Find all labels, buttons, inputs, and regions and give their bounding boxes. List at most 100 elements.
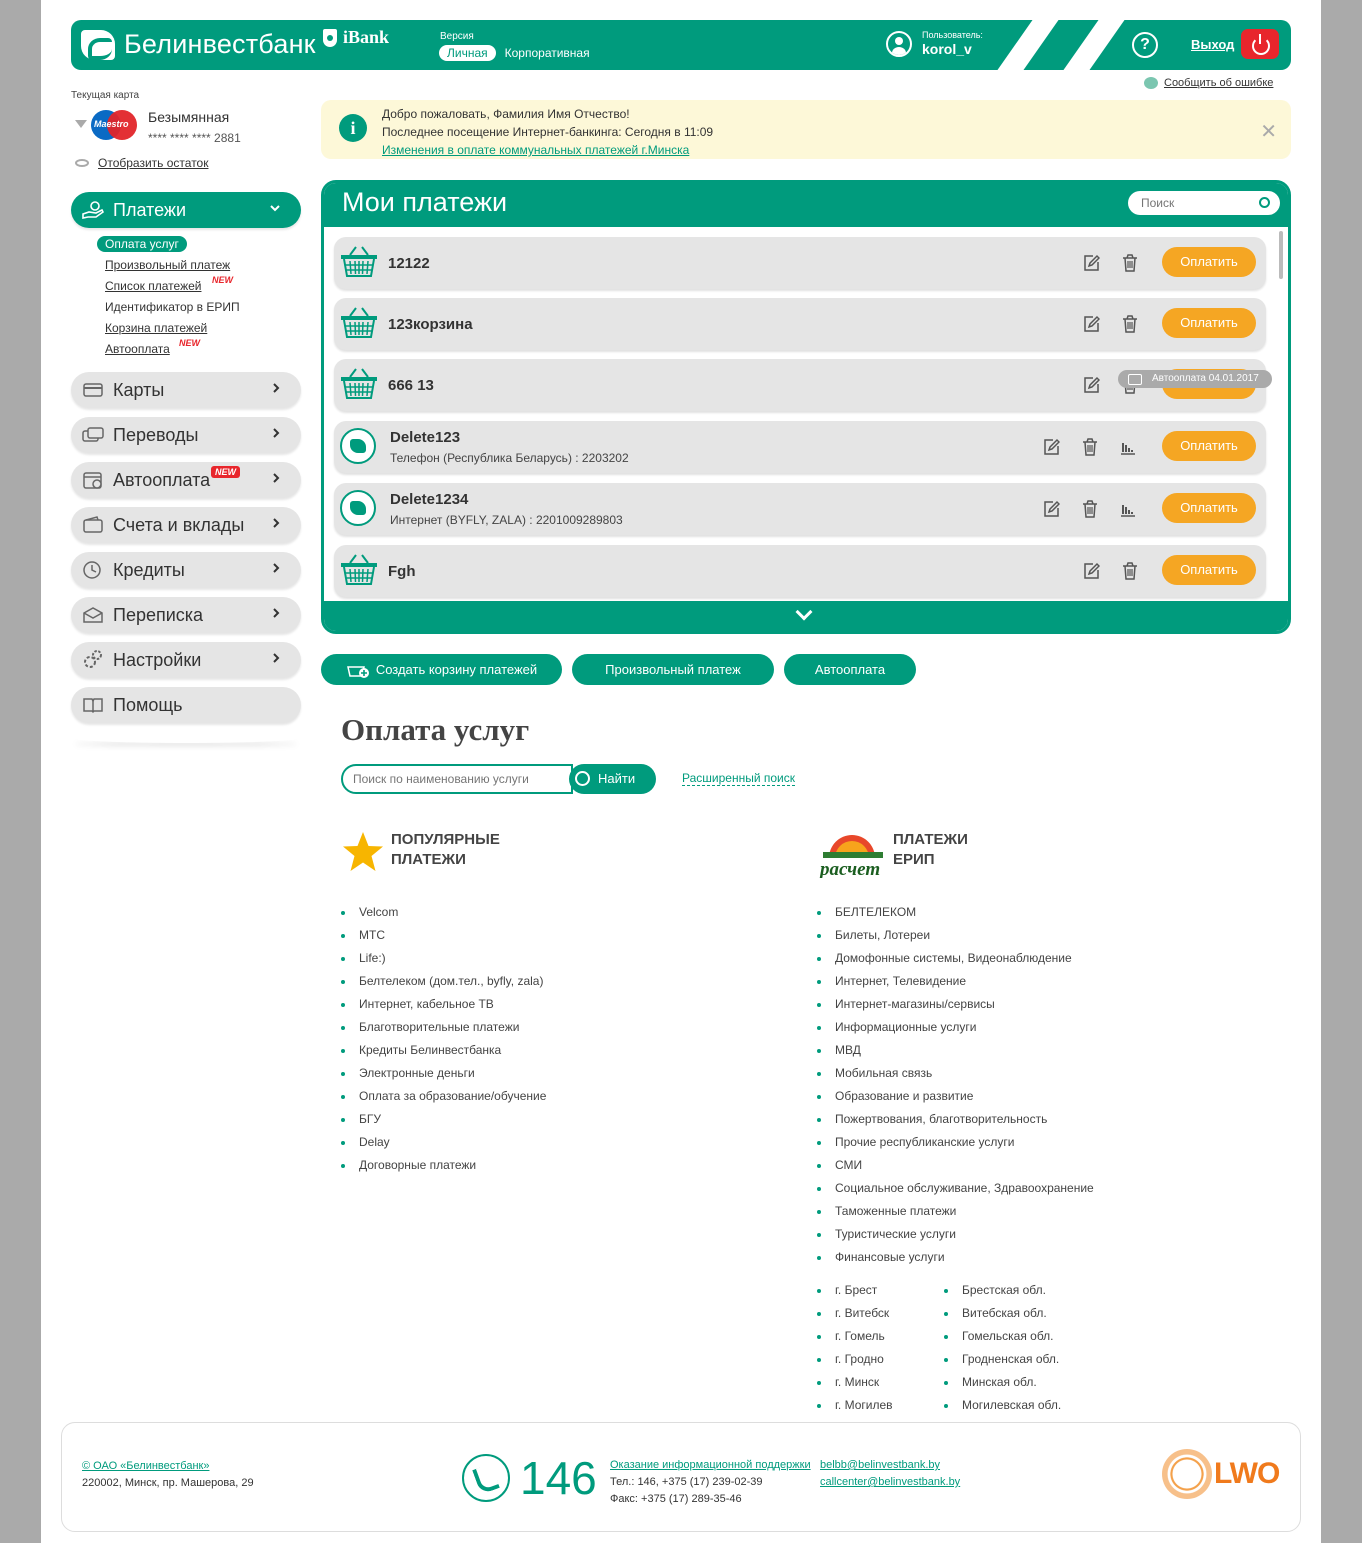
services-search-input[interactable]	[341, 764, 573, 794]
trash-icon[interactable]	[1081, 500, 1099, 518]
menu-item-settings[interactable]: Настройки	[71, 642, 301, 678]
pay-button[interactable]: Оплатить	[1162, 555, 1256, 585]
create-basket-button[interactable]: Создать корзину платежей	[321, 654, 562, 685]
autopay-button[interactable]: Автооплата	[784, 654, 916, 685]
city-item[interactable]: г. Витебск	[817, 1306, 944, 1329]
pay-button[interactable]: Оплатить	[1162, 308, 1256, 338]
submenu-item-erip-id[interactable]: Идентификатор в ЕРИП	[105, 300, 301, 316]
menu-item-autopay[interactable]: Автооплата NEW	[71, 462, 301, 498]
popular-service-item[interactable]: Интернет, кабельное ТВ	[341, 997, 546, 1020]
power-icon[interactable]	[1241, 29, 1279, 59]
trash-icon[interactable]	[1121, 562, 1139, 580]
payment-row[interactable]: Fgh Оплатить	[334, 545, 1266, 597]
erip-category-item[interactable]: Пожертвования, благотворительность	[817, 1112, 1094, 1135]
city-item[interactable]: г. Могилев	[817, 1398, 944, 1421]
region-item[interactable]: Гомельская обл.	[944, 1329, 1061, 1352]
version-corporate-tab[interactable]: Корпоративная	[505, 45, 590, 61]
erip-category-item[interactable]: СМИ	[817, 1158, 1094, 1181]
report-error[interactable]: Сообщить об ошибке	[1144, 77, 1273, 89]
menu-item-messages[interactable]: Переписка	[71, 597, 301, 633]
caret-down-icon[interactable]	[75, 120, 87, 128]
region-item[interactable]: Могилевская обл.	[944, 1398, 1061, 1421]
popular-service-item[interactable]: Оплата за образование/обучение	[341, 1089, 546, 1112]
email-link-callcenter[interactable]: callcenter@belinvestbank.by	[820, 1474, 960, 1491]
popular-service-item[interactable]: Life:)	[341, 951, 546, 974]
erip-category-item[interactable]: Мобильная связь	[817, 1066, 1094, 1089]
payments-search-input[interactable]	[1128, 191, 1280, 215]
edit-icon[interactable]	[1082, 315, 1101, 333]
menu-item-help[interactable]: Помощь	[71, 687, 301, 723]
erip-category-item[interactable]: Финансовые услуги	[817, 1250, 1094, 1273]
erip-category-item[interactable]: Интернет-магазины/сервисы	[817, 997, 1094, 1020]
erip-category-item[interactable]: Билеты, Лотереи	[817, 928, 1094, 951]
edit-icon[interactable]	[1042, 438, 1061, 456]
popular-service-item[interactable]: БГУ	[341, 1112, 546, 1135]
erip-category-item[interactable]: Интернет, Телевидение	[817, 974, 1094, 997]
pay-button[interactable]: Оплатить	[1162, 431, 1256, 461]
show-balance-link[interactable]: Отобразить остаток	[98, 156, 208, 170]
popular-service-item[interactable]: Договорные платежи	[341, 1158, 546, 1181]
erip-category-item[interactable]: Прочие республиканские услуги	[817, 1135, 1094, 1158]
erip-category-item[interactable]: БЕЛТЕЛЕКОМ	[817, 905, 1094, 928]
pay-button[interactable]: Оплатить	[1162, 493, 1256, 523]
erip-category-item[interactable]: Образование и развитие	[817, 1089, 1094, 1112]
edit-icon[interactable]	[1082, 376, 1101, 394]
edit-icon[interactable]	[1042, 500, 1061, 518]
menu-item-credits[interactable]: Кредиты	[71, 552, 301, 588]
arbitrary-payment-button[interactable]: Произвольный платеж	[572, 654, 774, 685]
popular-service-item[interactable]: Delay	[341, 1135, 546, 1158]
popular-service-item[interactable]: Электронные деньги	[341, 1066, 546, 1089]
payment-row[interactable]: 12122 Оплатить	[334, 237, 1266, 289]
menu-item-payments[interactable]: Платежи	[71, 192, 301, 228]
payment-row[interactable]: Delete1234 Интернет (BYFLY, ZALA) : 22010…	[334, 483, 1266, 535]
submenu-item-payment-basket[interactable]: Корзина платежей	[105, 321, 301, 337]
trash-icon[interactable]	[1081, 438, 1099, 456]
email-link-belbb[interactable]: belbb@belinvestbank.by	[820, 1457, 960, 1474]
city-item[interactable]: г. Минск	[817, 1375, 944, 1398]
pay-button[interactable]: Оплатить	[1162, 247, 1256, 277]
popular-service-item[interactable]: Белтелеком (дом.тел., byfly, zala)	[341, 974, 546, 997]
erip-category-item[interactable]: МВД	[817, 1043, 1094, 1066]
edit-icon[interactable]	[1082, 562, 1101, 580]
scrollbar[interactable]	[1279, 231, 1283, 279]
logout-link[interactable]: Выход	[1191, 37, 1234, 52]
region-item[interactable]: Брестская обл.	[944, 1283, 1061, 1306]
submenu-item-payment-list[interactable]: Список платежей NEW	[105, 275, 301, 295]
city-item[interactable]: г. Гродно	[817, 1352, 944, 1375]
payment-row[interactable]: 123корзина Оплатить	[334, 298, 1266, 350]
erip-category-item[interactable]: Туристические услуги	[817, 1227, 1094, 1250]
bank-logo[interactable]: Белинвестбанк	[81, 29, 316, 60]
version-personal-tab[interactable]: Личная	[439, 45, 496, 61]
statistics-icon[interactable]	[1120, 439, 1136, 455]
submenu-item-pay-services[interactable]: Оплата услуг	[97, 236, 301, 253]
card-selector[interactable]: Maestro Безымянная **** **** **** 2881	[71, 106, 301, 145]
region-item[interactable]: Гродненская обл.	[944, 1352, 1061, 1375]
erip-category-item[interactable]: Таможенные платежи	[817, 1204, 1094, 1227]
payment-row[interactable]: Delete123 Телефон (Республика Беларусь) :…	[334, 421, 1266, 473]
menu-item-cards[interactable]: Карты	[71, 372, 301, 408]
trash-icon[interactable]	[1121, 315, 1139, 333]
search-icon[interactable]	[1259, 197, 1270, 208]
city-item[interactable]: г. Брест	[817, 1283, 944, 1306]
help-button[interactable]: ?	[1132, 32, 1158, 58]
menu-item-transfers[interactable]: Переводы	[71, 417, 301, 453]
submenu-item-autopay[interactable]: Автооплата NEW	[105, 338, 301, 358]
erip-category-item[interactable]: Социальное обслуживание, Здравоохранение	[817, 1181, 1094, 1204]
popular-service-item[interactable]: Velcom	[341, 905, 546, 928]
erip-category-item[interactable]: Домофонные системы, Видеонаблюдение	[817, 951, 1094, 974]
statistics-icon[interactable]	[1120, 501, 1136, 517]
support-link[interactable]: Оказание информационной поддержки	[610, 1459, 811, 1471]
city-item[interactable]: г. Гомель	[817, 1329, 944, 1352]
trash-icon[interactable]	[1121, 254, 1139, 272]
report-error-link[interactable]: Сообщить об ошибке	[1164, 77, 1273, 89]
notice-link[interactable]: Изменения в оплате коммунальных платежей…	[382, 143, 689, 157]
popular-service-item[interactable]: Благотворительные платежи	[341, 1020, 546, 1043]
show-balance[interactable]: Отобразить остаток	[71, 156, 301, 170]
find-button[interactable]: Найти	[569, 764, 656, 794]
submenu-item-arbitrary-payment[interactable]: Произвольный платеж	[105, 258, 301, 274]
popular-service-item[interactable]: МТС	[341, 928, 546, 951]
close-icon[interactable]: ✕	[1260, 119, 1277, 144]
region-item[interactable]: Витебская обл.	[944, 1306, 1061, 1329]
popular-service-item[interactable]: Кредиты Белинвестбанка	[341, 1043, 546, 1066]
lwo-logo[interactable]: LWO	[1162, 1449, 1280, 1499]
